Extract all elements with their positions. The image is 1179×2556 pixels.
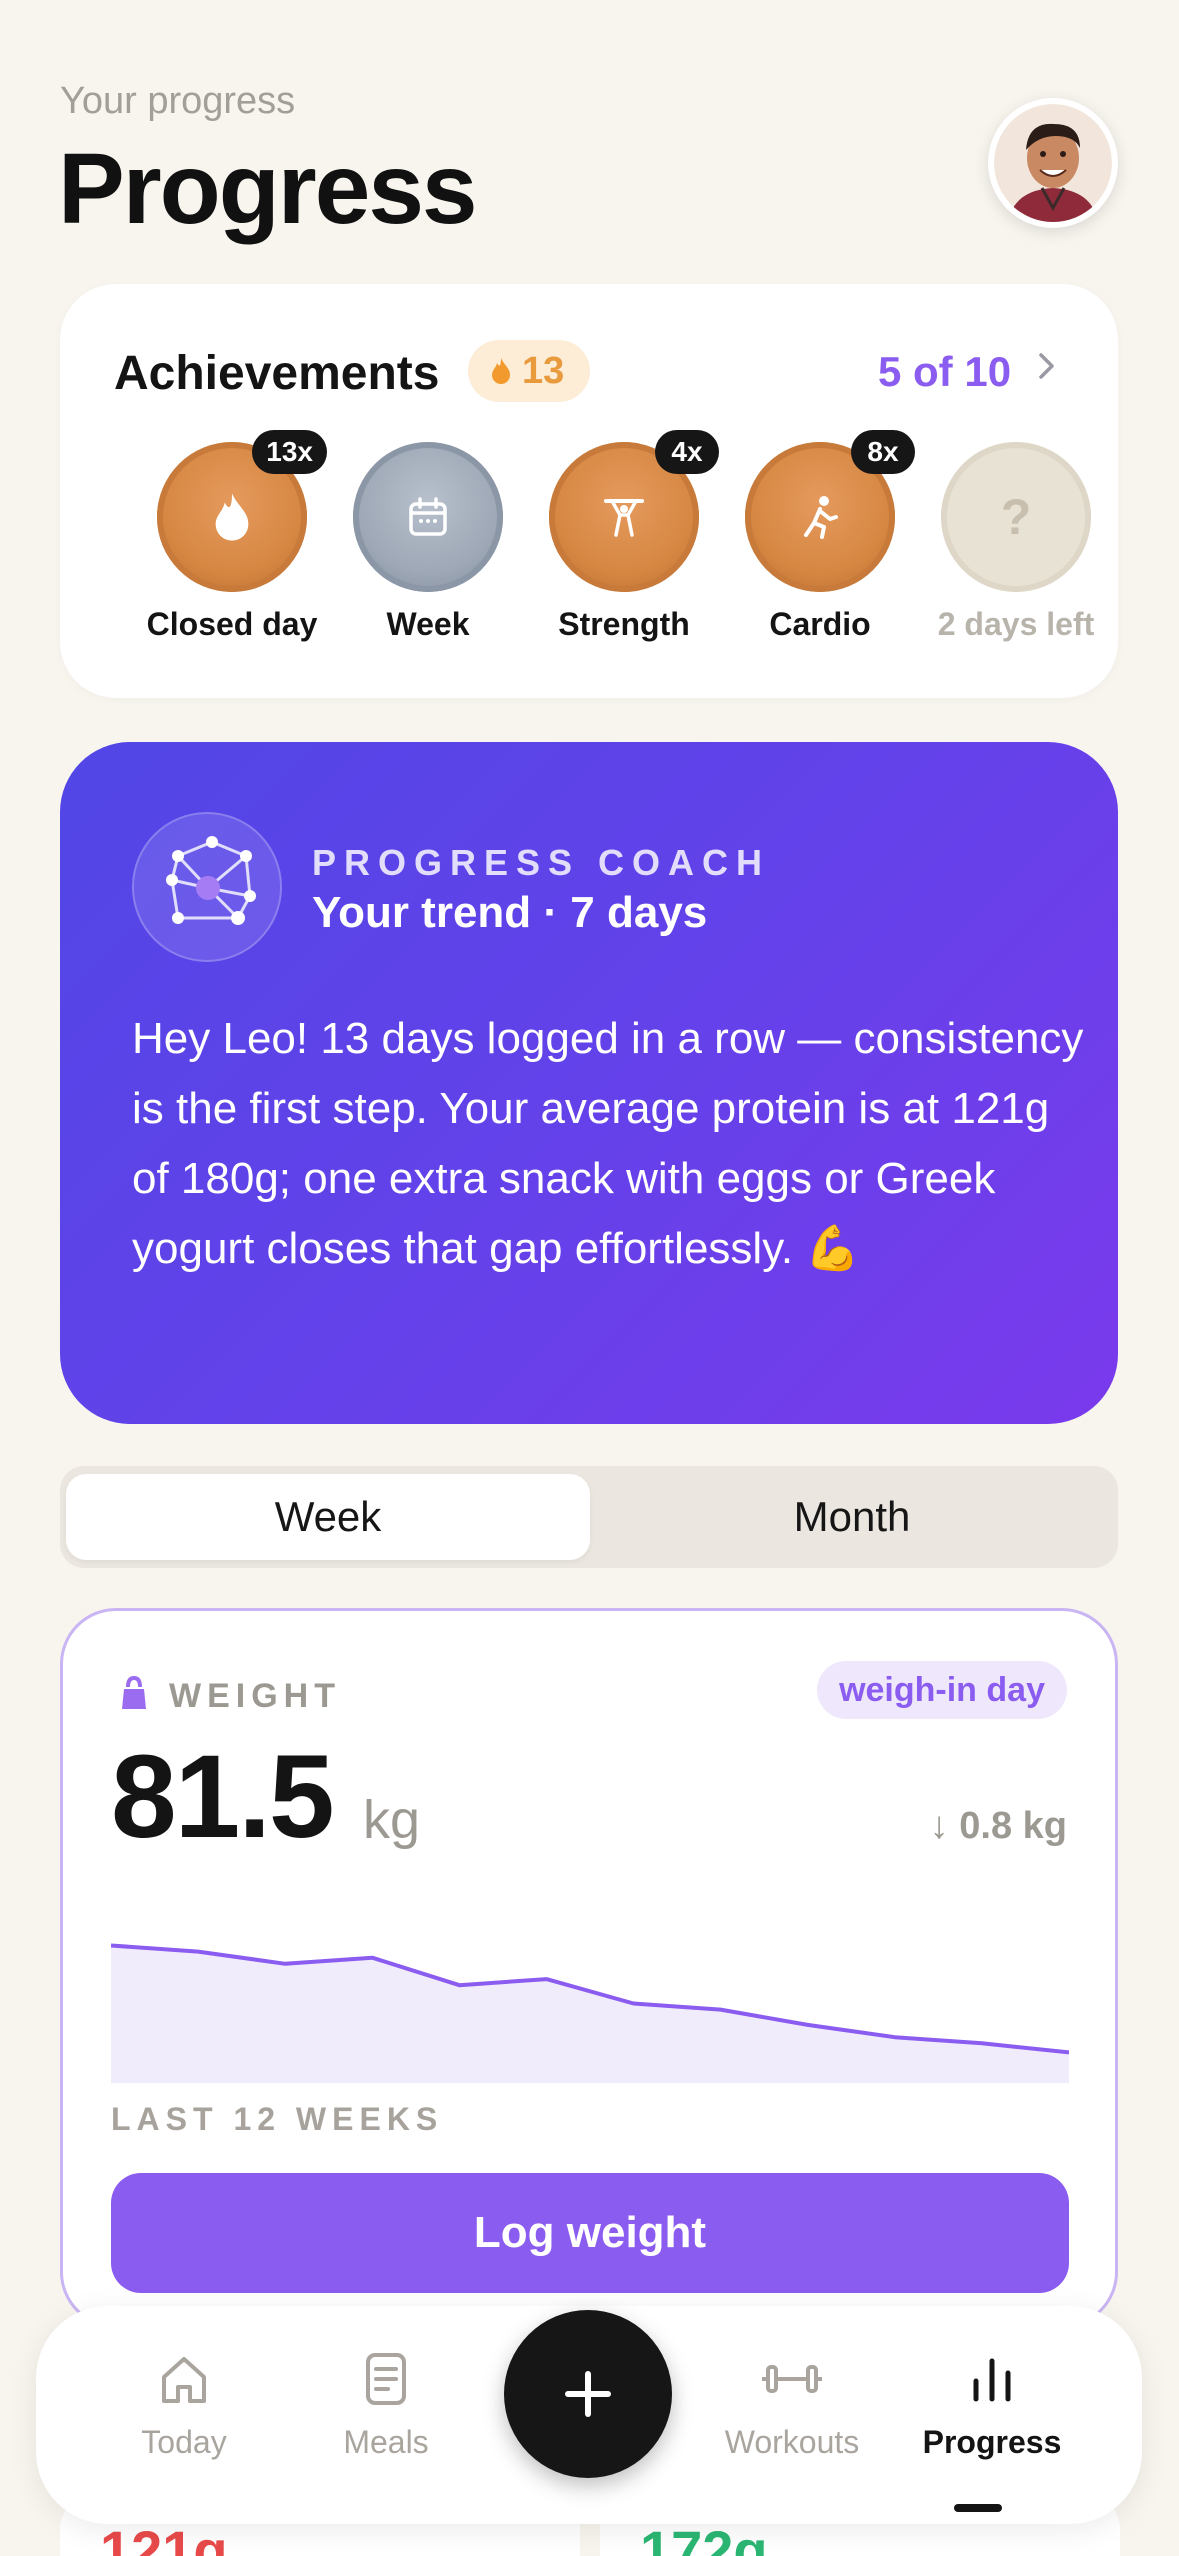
weight-value: 81.5 [111,1731,335,1863]
progress-coach-card[interactable]: PROGRESS COACH Your trend · 7 days Hey L… [60,742,1118,1424]
add-button[interactable] [504,2310,672,2478]
coach-message: Hey Leo! 13 days logged in a row — consi… [132,1004,1092,1284]
badge-label: Cardio [769,606,871,642]
weight-card: WEIGHT weigh-in day 81.5 kg ↓ 0.8 kg LAS… [60,1608,1118,2328]
chevron-right-icon[interactable] [1036,346,1058,391]
tab-progress[interactable]: Progress [892,2348,1092,2512]
coach-kicker: PROGRESS COACH [312,842,771,883]
flame-icon [215,493,249,541]
weight-label: WEIGHT [169,1677,341,1715]
tab-today[interactable]: Today [84,2348,284,2461]
page-title: Progress [58,133,478,245]
weight-trend-chart [111,1943,1069,2083]
page-subtitle: Your progress [60,80,296,122]
avatar[interactable] [988,98,1118,228]
tab-label: Workouts [724,2424,860,2460]
weight-delta: ↓ 0.8 kg [929,1805,1067,1847]
segment-week[interactable]: Week [66,1474,590,1560]
tab-meals[interactable]: Meals [286,2348,486,2461]
calendar-icon [409,497,447,536]
badge-closed-day[interactable]: 13x Closed day [122,430,342,643]
badge-locked[interactable]: ? 2 days left [906,442,1126,643]
active-tab-indicator [954,2504,1002,2512]
badge-label: Strength [558,606,690,642]
weigh-in-badge: weigh-in day [817,1661,1067,1719]
tab-workouts[interactable]: Workouts [692,2348,892,2461]
bar-chart-icon [892,2348,1092,2410]
tab-label: Progress [922,2424,1062,2460]
log-weight-button[interactable]: Log weight [111,2173,1069,2293]
document-icon [286,2348,486,2410]
achievements-card: Achievements 13 5 of 10 13x Closed day W… [60,284,1118,698]
achievements-title: Achievements [114,347,440,400]
badge-label: Closed day [146,606,318,642]
streak-badge: 13 [468,340,591,402]
period-segmented-control: Week Month [60,1466,1118,1568]
flame-icon [492,358,510,384]
streak-count: 13 [522,349,565,392]
badge-week[interactable]: Week [318,442,538,643]
plus-icon [565,2371,611,2417]
chart-area [111,1945,1069,2083]
home-icon [84,2348,284,2410]
coach-message-text: Hey Leo! 13 days logged in a row — consi… [132,1014,1084,1273]
flexed-biceps-icon: 💪 [805,1224,861,1273]
tab-label: Today [141,2424,227,2460]
badge-count: 13x [252,430,327,474]
chart-caption: LAST 12 WEEKS [111,2101,444,2137]
segment-month[interactable]: Month [590,1474,1114,1560]
tab-label: Meals [343,2424,429,2460]
badge-strength[interactable]: 4x Strength [514,430,734,643]
badge-label: Week [386,606,470,642]
constellation-icon [132,812,282,962]
achievements-progress-link[interactable]: 5 of 10 [878,348,1011,396]
runner-icon [804,496,838,539]
badge-label: 2 days left [937,606,1095,642]
weightlifter-icon [604,499,644,537]
dumbbell-icon [692,2348,892,2410]
coach-heading: Your trend · 7 days [312,888,708,937]
badge-cardio[interactable]: 8x Cardio [710,430,930,643]
weight-unit: kg [363,1790,421,1850]
question-icon: ? [1000,489,1032,545]
kettlebell-icon [122,1675,146,1709]
